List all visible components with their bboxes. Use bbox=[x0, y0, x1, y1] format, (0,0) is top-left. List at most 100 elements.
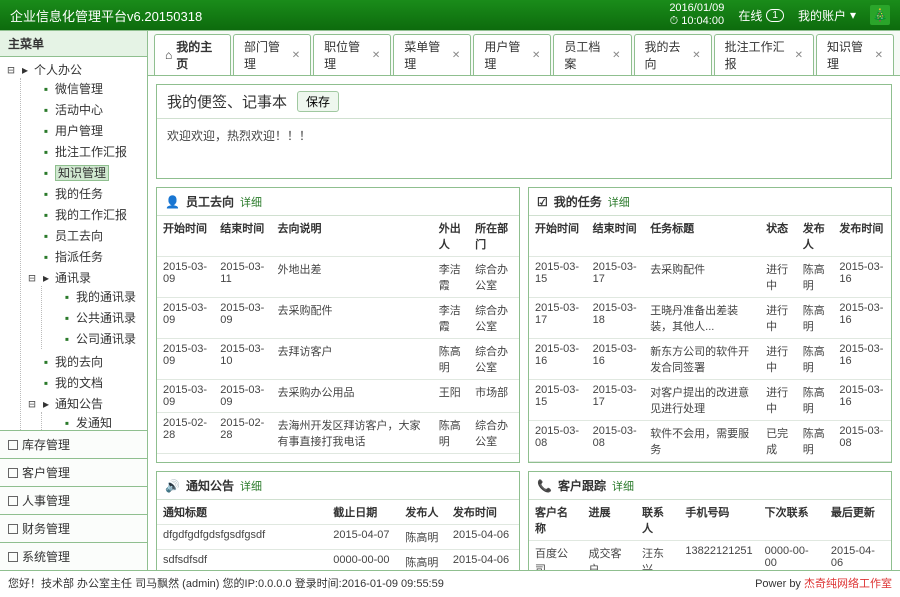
tab[interactable]: 知识管理✕ bbox=[816, 34, 894, 75]
tree-toggle[interactable]: ⊟ bbox=[27, 271, 37, 285]
tab[interactable]: ⌂我的主页 bbox=[154, 34, 231, 75]
tree-item[interactable]: 批注工作汇报 bbox=[55, 145, 127, 159]
close-icon[interactable]: ✕ bbox=[612, 50, 620, 61]
tree-item[interactable]: 知识管理 bbox=[55, 165, 109, 181]
tree-toggle[interactable]: ⊟ bbox=[6, 63, 16, 77]
square-icon bbox=[8, 552, 18, 562]
table-row[interactable]: 2015-03-152015-03-17去采购配件进行中陈高明2015-03-1… bbox=[529, 257, 891, 298]
close-icon[interactable]: ✕ bbox=[292, 50, 300, 61]
sidebar-section[interactable]: 库存管理 bbox=[0, 430, 147, 458]
nav-tree: ⊟▸个人办公▪微信管理▪活动中心▪用户管理▪批注工作汇报▪知识管理▪我的任务▪我… bbox=[0, 59, 147, 430]
panel-icon: 🔊 bbox=[165, 479, 180, 493]
panel-tongzhi: 🔊通知公告详细通知标题截止日期发布人发布时间dfgdfgdfgdsfgsdfgs… bbox=[156, 471, 520, 570]
table-row[interactable]: 2015-03-082015-03-08软件不会用，需要服务已完成陈高明2015… bbox=[529, 421, 891, 462]
tree-icon[interactable]: 🎄 bbox=[870, 5, 890, 25]
page-icon: ▪ bbox=[39, 355, 53, 369]
detail-link[interactable]: 详细 bbox=[608, 194, 630, 210]
footer: 您好！技术部 办公室主任 司马飘然 (admin) 您的IP:0.0.0.0 登… bbox=[0, 570, 900, 595]
tree-item[interactable]: 员工去向 bbox=[55, 229, 103, 243]
page-icon: ▪ bbox=[60, 290, 74, 304]
footer-status: 您好！技术部 办公室主任 司马飘然 (admin) 您的IP:0.0.0.0 登… bbox=[8, 575, 444, 591]
table-row[interactable]: 百度公司成交客户汪东兴138221212510000-00-002015-04-… bbox=[529, 541, 891, 571]
page-icon: ▪ bbox=[39, 250, 53, 264]
arrow-icon: ▸ bbox=[18, 63, 32, 77]
panel-title: 我的任务 bbox=[554, 193, 602, 210]
table-row[interactable]: 2015-03-092015-03-09去采购办公用品王阳市场部 bbox=[157, 380, 519, 413]
sidebar-section[interactable]: 财务管理 bbox=[0, 514, 147, 542]
sidebar-title: 主菜单 bbox=[0, 31, 147, 57]
page-icon: ▪ bbox=[39, 145, 53, 159]
tree-item[interactable]: 我的通讯录 bbox=[76, 290, 136, 304]
tab[interactable]: 职位管理✕ bbox=[313, 34, 391, 75]
home-icon: ⌂ bbox=[165, 48, 172, 62]
table-row[interactable]: 2015-03-162015-03-16新东方公司的软件开发合同签署进行中陈高明… bbox=[529, 339, 891, 380]
footer-link[interactable]: 杰奇纯网络工作室 bbox=[804, 578, 892, 590]
table-row[interactable]: 2015-03-152015-03-17对客户提出的改进意见进行处理进行中陈高明… bbox=[529, 380, 891, 421]
detail-link[interactable]: 详细 bbox=[612, 478, 634, 494]
table-row[interactable]: 2015-02-282015-02-28去海州开发区拜访客户，大家有事直接打我电… bbox=[157, 413, 519, 454]
table-row[interactable]: dfgdfgdfgdsfgsdfgsdf2015-04-07陈高明2015-04… bbox=[157, 525, 519, 550]
panel-title: 客户跟踪 bbox=[558, 477, 606, 494]
tab[interactable]: 用户管理✕ bbox=[473, 34, 551, 75]
tree-root[interactable]: 个人办公 bbox=[34, 63, 82, 77]
tree-item[interactable]: 我的任务 bbox=[55, 187, 103, 201]
online-indicator[interactable]: 在线 1 bbox=[738, 7, 784, 24]
square-icon bbox=[8, 440, 18, 450]
square-icon bbox=[8, 468, 18, 478]
tree-toggle[interactable]: ⊟ bbox=[27, 397, 37, 411]
tab[interactable]: 菜单管理✕ bbox=[393, 34, 471, 75]
tree-item[interactable]: 指派任务 bbox=[55, 250, 103, 264]
page-icon: ▪ bbox=[39, 229, 53, 243]
note-textarea[interactable]: 欢迎欢迎，热烈欢迎！！！ bbox=[157, 118, 891, 178]
square-icon bbox=[8, 524, 18, 534]
tree-item[interactable]: 通知公告 bbox=[55, 397, 103, 411]
tree-item[interactable]: 我的文档 bbox=[55, 376, 103, 390]
table-row[interactable]: 2015-03-092015-03-10去拜访客户陈高明综合办公室 bbox=[157, 339, 519, 380]
close-icon[interactable]: ✕ bbox=[372, 50, 380, 61]
page-icon: ▪ bbox=[39, 82, 53, 96]
tree-item[interactable]: 发通知 bbox=[76, 416, 112, 430]
data-table: 开始时间结束时间去向说明外出人所在部门2015-03-092015-03-11外… bbox=[157, 216, 519, 454]
tree-item[interactable]: 我的工作汇报 bbox=[55, 208, 127, 222]
table-row[interactable]: sdfsdfsdf0000-00-00陈高明2015-04-06 bbox=[157, 550, 519, 571]
close-icon[interactable]: ✕ bbox=[532, 50, 540, 61]
table-row[interactable]: 2015-03-172015-03-18王晓丹准备出差装装，其他人...进行中陈… bbox=[529, 298, 891, 339]
close-icon[interactable]: ✕ bbox=[875, 50, 883, 61]
square-icon bbox=[8, 496, 18, 506]
detail-link[interactable]: 详细 bbox=[240, 478, 262, 494]
close-icon[interactable]: ✕ bbox=[692, 50, 700, 61]
close-icon[interactable]: ✕ bbox=[795, 50, 803, 61]
header-datetime: 2016/01/09 ⏱ 10:04:00 bbox=[669, 2, 724, 28]
account-menu[interactable]: 我的账户 ▾ bbox=[798, 7, 856, 24]
tree-item[interactable]: 通讯录 bbox=[55, 271, 91, 285]
page-icon: ▪ bbox=[39, 166, 53, 180]
tree-item[interactable]: 微信管理 bbox=[55, 82, 103, 96]
page-icon: ▪ bbox=[39, 187, 53, 201]
sidebar-section[interactable]: 系统管理 bbox=[0, 542, 147, 570]
tab[interactable]: 员工档案✕ bbox=[553, 34, 631, 75]
tree-item[interactable]: 用户管理 bbox=[55, 124, 103, 138]
tree-item[interactable]: 我的去向 bbox=[55, 355, 103, 369]
sidebar-section[interactable]: 人事管理 bbox=[0, 486, 147, 514]
detail-link[interactable]: 详细 bbox=[240, 194, 262, 210]
panel-title: 通知公告 bbox=[186, 477, 234, 494]
tree-item[interactable]: 活动中心 bbox=[55, 103, 103, 117]
save-button[interactable]: 保存 bbox=[297, 91, 339, 112]
panel-icon: ☑ bbox=[537, 195, 548, 209]
sidebar-section[interactable]: 客户管理 bbox=[0, 458, 147, 486]
tab[interactable]: 我的去向✕ bbox=[634, 34, 712, 75]
tab[interactable]: 批注工作汇报✕ bbox=[714, 34, 814, 75]
table-row[interactable]: 2015-03-092015-03-09去采购配件李洁霞综合办公室 bbox=[157, 298, 519, 339]
page-icon: ▪ bbox=[60, 311, 74, 325]
tab[interactable]: 部门管理✕ bbox=[233, 34, 311, 75]
tree-item[interactable]: 公司通讯录 bbox=[76, 332, 136, 346]
app-header: 企业信息化管理平台v6.20150318 2016/01/09 ⏱ 10:04:… bbox=[0, 0, 900, 30]
close-icon[interactable]: ✕ bbox=[452, 50, 460, 61]
page-icon: ▪ bbox=[60, 416, 74, 430]
tree-item[interactable]: 公共通讯录 bbox=[76, 311, 136, 325]
data-table: 客户名称进展联系人手机号码下次联系最后更新百度公司成交客户汪东兴13822121… bbox=[529, 500, 891, 570]
table-row[interactable]: 2015-03-092015-03-11外地出差李洁霞综合办公室 bbox=[157, 257, 519, 298]
chevron-down-icon: ▾ bbox=[850, 8, 856, 22]
panel-icon: 👤 bbox=[165, 195, 180, 209]
dashboard-grid: 👤员工去向详细开始时间结束时间去向说明外出人所在部门2015-03-092015… bbox=[156, 187, 892, 570]
